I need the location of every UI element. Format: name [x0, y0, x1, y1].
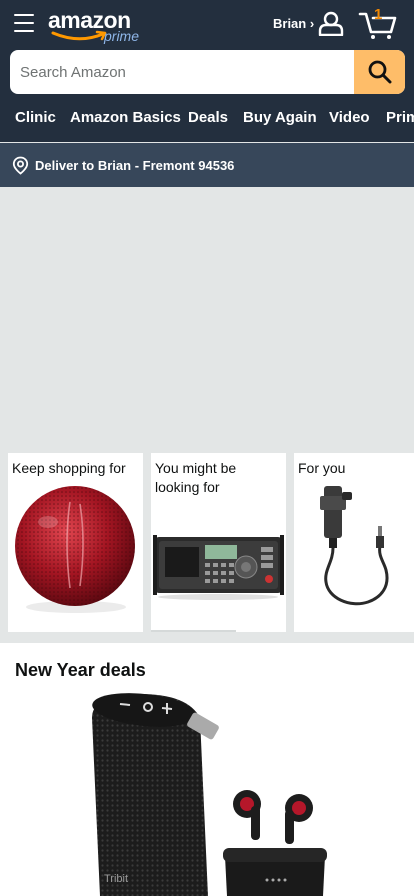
radio-receiver-image	[153, 535, 284, 600]
delivery-bar[interactable]: Deliver to Brian - Fremont 94536	[0, 143, 414, 187]
card-title: Keep shopping for	[12, 460, 126, 476]
nav-item-deals[interactable]: Deals	[188, 109, 228, 126]
user-icon[interactable]	[318, 10, 344, 36]
search-input[interactable]	[10, 50, 354, 94]
deals-title: New Year deals	[15, 660, 146, 680]
top-header: amazon prime Brian › 1	[0, 0, 414, 50]
logo-smile-icon	[51, 30, 107, 41]
menu-icon[interactable]	[14, 14, 34, 32]
deal-product-image[interactable]: Tribit	[80, 688, 340, 896]
nav-item-clinic[interactable]: Clinic	[15, 109, 56, 126]
exercise-ball-image	[15, 486, 135, 613]
carousel-indicator	[151, 630, 236, 632]
search-button[interactable]	[354, 50, 405, 94]
card-title: For you	[298, 460, 346, 476]
nav-item-prime[interactable]: Prime	[386, 109, 414, 126]
card-looking-for[interactable]: You might be looking for	[151, 453, 286, 632]
delivery-text: Deliver to Brian - Fremont 94536	[35, 158, 235, 173]
search-icon	[368, 60, 391, 84]
card-keep-shopping[interactable]: Keep shopping for	[8, 453, 143, 632]
location-pin-icon	[12, 156, 29, 175]
speaker-brand: Tribit	[104, 873, 128, 885]
nav-item-buy-again[interactable]: Buy Again	[243, 109, 317, 126]
cart-count-badge: 1	[374, 6, 383, 23]
new-year-deals-section: New Year deals Tribit	[0, 643, 414, 896]
category-nav: Clinic Amazon Basics Deals Buy Again Vid…	[0, 96, 414, 142]
card-title: You might be looking for	[155, 460, 237, 495]
amazon-prime-logo[interactable]: amazon prime	[48, 7, 148, 47]
account-link[interactable]: Brian ›	[273, 16, 314, 31]
search-box	[10, 50, 405, 94]
card-for-you[interactable]: For you	[294, 453, 414, 632]
cart-button[interactable]: 1	[358, 6, 398, 40]
headset-adapter-image	[320, 486, 389, 606]
search-bar	[0, 50, 414, 96]
nav-item-amazon-basics[interactable]: Amazon Basics	[70, 109, 181, 126]
earbuds-image	[223, 790, 327, 896]
nav-item-video[interactable]: Video	[329, 109, 370, 126]
logo-prime-text: prime	[104, 28, 140, 44]
